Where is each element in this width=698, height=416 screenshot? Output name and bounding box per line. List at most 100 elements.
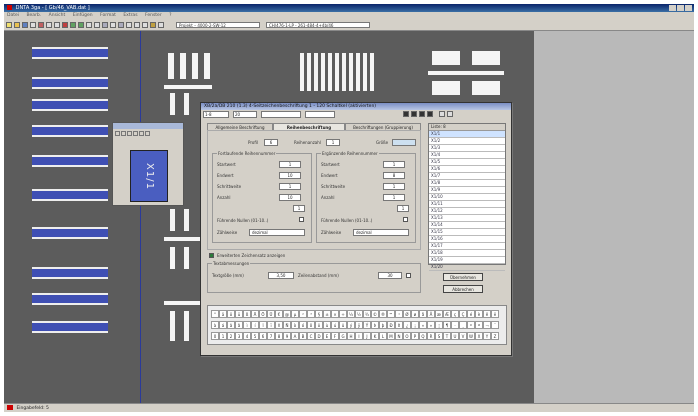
list-item[interactable]: X1/10 xyxy=(429,194,505,201)
char-cell[interactable]: å xyxy=(419,310,427,318)
char-cell[interactable]: í xyxy=(251,321,259,329)
count-select[interactable]: 20 xyxy=(233,111,257,118)
char-cell[interactable]: ³ xyxy=(307,310,315,318)
char-cell[interactable]: ¬ xyxy=(483,321,491,329)
cut-icon[interactable] xyxy=(38,22,44,28)
cancel-button[interactable]: Abbrechen xyxy=(443,285,483,293)
char-cell[interactable]: á xyxy=(219,321,227,329)
marker-strip[interactable] xyxy=(204,53,210,79)
char-cell[interactable]: ö xyxy=(227,310,235,318)
marker-strip[interactable] xyxy=(170,209,175,231)
zoom-out-icon[interactable] xyxy=(121,131,126,136)
char-cell[interactable]: ó xyxy=(299,321,307,329)
char-cell[interactable]: ã xyxy=(235,321,243,329)
zoom-in-icon[interactable] xyxy=(86,22,92,28)
mode-select[interactable] xyxy=(305,111,335,118)
marker-strip[interactable] xyxy=(32,155,108,167)
redo-icon[interactable] xyxy=(78,22,84,28)
char-cell[interactable]: € xyxy=(275,310,283,318)
menu-item[interactable]: Einfügen xyxy=(73,13,93,18)
grid-icon[interactable] xyxy=(102,22,108,28)
count-field[interactable]: 1 xyxy=(383,194,405,201)
counting-select[interactable]: dezimal xyxy=(249,229,305,236)
char-cell[interactable]: § xyxy=(315,310,323,318)
char-cell[interactable]: æ xyxy=(435,310,443,318)
count-field[interactable]: 10 xyxy=(279,194,301,201)
char-cell[interactable]: ™ xyxy=(387,310,395,318)
marker-strip[interactable] xyxy=(432,81,460,95)
text-icon[interactable] xyxy=(126,22,132,28)
char-cell[interactable]: ¾ xyxy=(363,310,371,318)
char-cell[interactable]: 1 xyxy=(219,332,227,340)
print-icon[interactable] xyxy=(30,22,36,28)
char-cell[interactable]: J xyxy=(363,332,371,340)
minimize-icon[interactable] xyxy=(669,5,676,11)
undo-icon[interactable] xyxy=(70,22,76,28)
save-icon[interactable] xyxy=(22,22,28,28)
marker-strip[interactable] xyxy=(472,51,500,65)
char-cell[interactable]: · xyxy=(451,321,459,329)
char-cell[interactable]: ¡ xyxy=(411,321,419,329)
help-icon[interactable] xyxy=(158,22,164,28)
list-item[interactable]: X1/19 xyxy=(429,257,505,264)
char-cell[interactable]: P xyxy=(411,332,419,340)
list-item[interactable]: X1/17 xyxy=(429,243,505,250)
char-cell[interactable]: ² xyxy=(299,310,307,318)
menu-item[interactable]: Fenster xyxy=(145,13,162,18)
rotate-icon[interactable] xyxy=(127,131,132,136)
char-cell[interactable]: ë xyxy=(491,310,499,318)
document-field[interactable]: CH/476-1-LP - 261-484-4+4b/46 xyxy=(266,22,370,28)
end-field[interactable]: 10 xyxy=(279,172,301,179)
char-cell[interactable]: ¶ xyxy=(443,321,451,329)
list-item[interactable]: X1/16 xyxy=(429,236,505,243)
tab-general[interactable]: Allgemeine Beschriftung xyxy=(207,123,273,130)
open-folder-icon[interactable] xyxy=(14,22,20,28)
char-cell[interactable]: 2 xyxy=(227,332,235,340)
close-icon[interactable] xyxy=(145,131,150,136)
marker-strip[interactable] xyxy=(32,99,108,111)
char-cell[interactable]: Ä xyxy=(251,310,259,318)
extended-charset-checkbox[interactable] xyxy=(209,253,214,258)
nav-first-icon[interactable] xyxy=(419,111,425,117)
list-item[interactable]: X1/14 xyxy=(429,222,505,229)
list-item[interactable]: X1/5 xyxy=(429,159,505,166)
char-cell[interactable]: © xyxy=(371,310,379,318)
zoom-out-icon[interactable] xyxy=(94,22,100,28)
menu-item[interactable]: Ansicht xyxy=(49,13,66,18)
char-cell[interactable]: ¹ xyxy=(395,310,403,318)
char-cell[interactable]: 3 xyxy=(235,332,243,340)
marker-strip[interactable] xyxy=(192,53,198,79)
char-cell[interactable]: Y xyxy=(483,332,491,340)
size-field[interactable] xyxy=(392,139,416,146)
char-cell[interactable]: X xyxy=(475,332,483,340)
apply-button[interactable]: Übernehmen xyxy=(443,273,483,281)
char-cell[interactable]: H xyxy=(347,332,355,340)
char-cell[interactable]: ® xyxy=(379,310,387,318)
menu-item[interactable]: Extras xyxy=(123,13,137,18)
char-cell[interactable]: ý xyxy=(347,321,355,329)
char-cell[interactable]: ÷ xyxy=(339,310,347,318)
char-cell[interactable]: Ö xyxy=(259,310,267,318)
marker-strip[interactable] xyxy=(32,321,108,333)
text-height-field[interactable]: 3,50 xyxy=(268,272,294,279)
char-cell[interactable]: Ø xyxy=(403,310,411,318)
symbol-icon[interactable] xyxy=(142,22,148,28)
extra-field[interactable]: 1 xyxy=(397,205,409,212)
char-cell[interactable]: 5 xyxy=(251,332,259,340)
menu-item[interactable]: Bearb. xyxy=(26,13,41,18)
char-cell[interactable]: û xyxy=(339,321,347,329)
char-cell[interactable]: þ xyxy=(379,321,387,329)
marker-strip[interactable] xyxy=(472,81,500,95)
char-cell[interactable]: ü xyxy=(235,310,243,318)
filter-select[interactable] xyxy=(261,111,301,118)
menu-item[interactable]: ? xyxy=(169,13,171,18)
menu-item[interactable]: Datei xyxy=(7,13,19,18)
char-cell[interactable]: ø xyxy=(411,310,419,318)
marker-strip[interactable] xyxy=(180,53,186,79)
list-item[interactable]: X1/6 xyxy=(429,166,505,173)
char-cell[interactable]: ß xyxy=(243,310,251,318)
marker-strip[interactable] xyxy=(32,77,108,89)
char-cell[interactable]: ç xyxy=(451,310,459,318)
marker-strip[interactable] xyxy=(164,85,212,89)
filter-icon[interactable] xyxy=(447,111,453,117)
